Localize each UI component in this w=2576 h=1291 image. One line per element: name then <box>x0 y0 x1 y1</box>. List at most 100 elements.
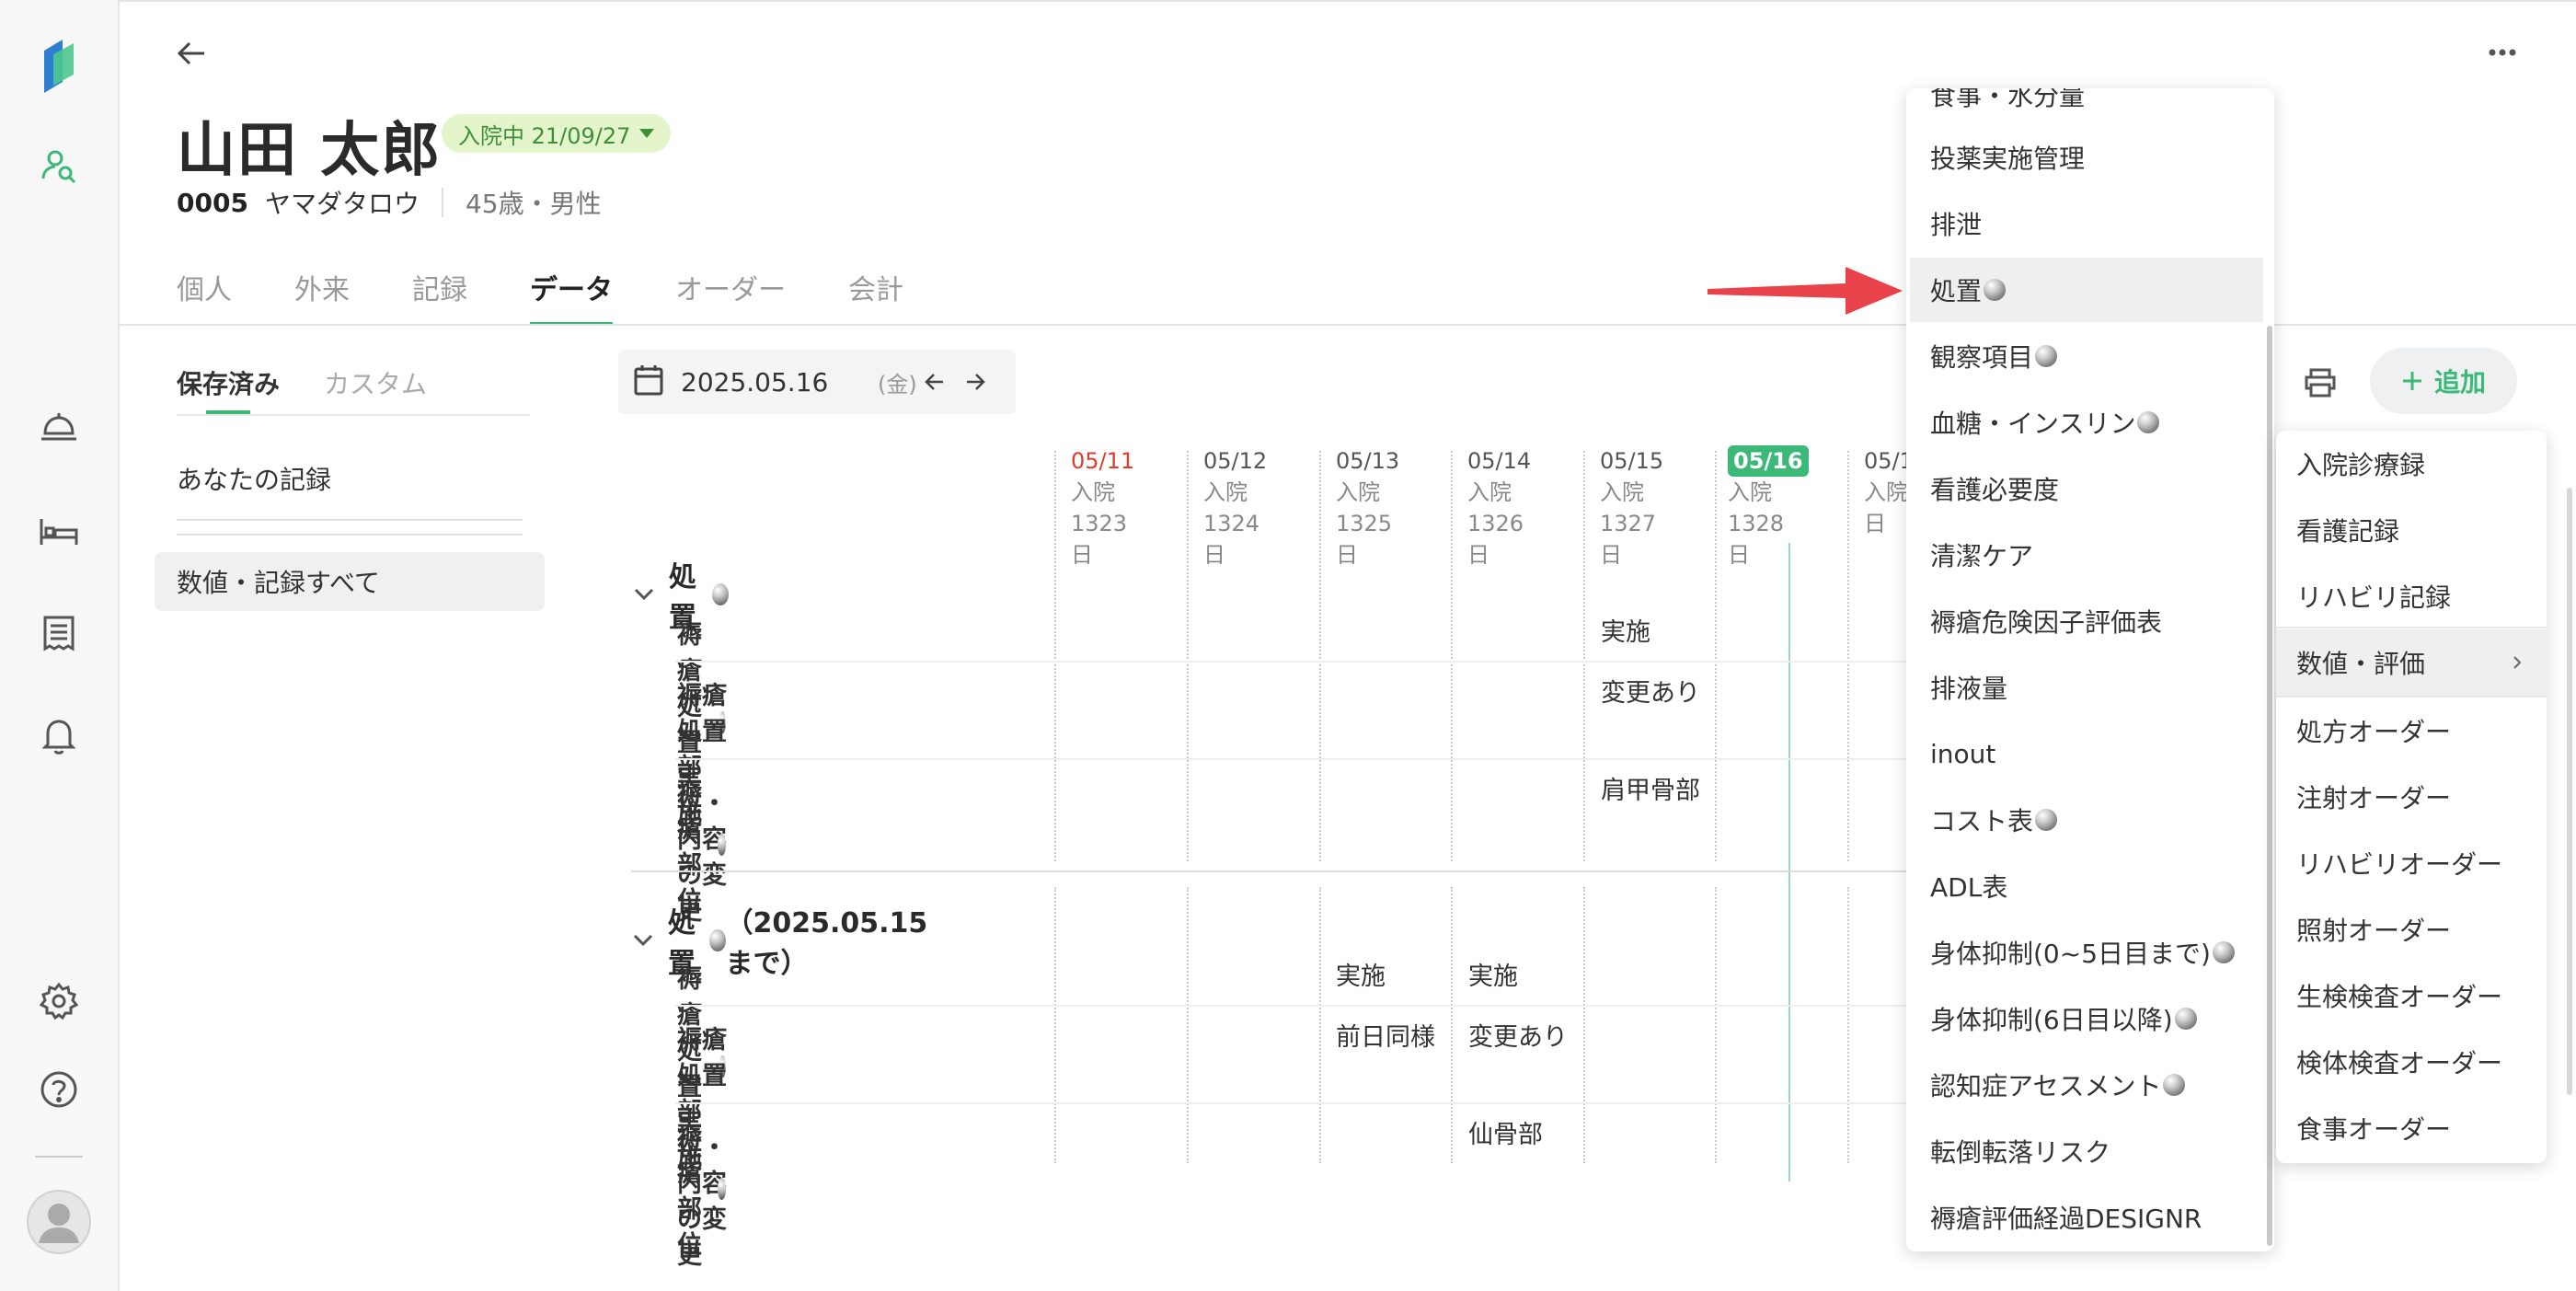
menu-item[interactable]: 身体抑制(6日目以降) <box>1906 986 2267 1051</box>
menu-item[interactable]: ADL表 <box>1906 854 2267 918</box>
info-orb-icon <box>712 583 729 605</box>
chevron-down-icon[interactable] <box>631 578 656 611</box>
menu-item[interactable]: 看護記録 <box>2276 497 2547 563</box>
print-button[interactable] <box>2294 357 2346 409</box>
menu-item[interactable]: 転倒転落リスク <box>1906 1119 2267 1183</box>
arrow-left-icon <box>925 374 943 390</box>
column-divider <box>1715 887 1717 1163</box>
menu-item[interactable]: 注射オーダー <box>2276 764 2547 830</box>
top-border <box>120 0 2576 2</box>
main-tabs: 個人 外来 記録 データ オーダー 会計 <box>177 267 966 326</box>
patient-age-sex: 45歳・男性 <box>465 189 602 219</box>
column-header: 05/11 入院1323 日 <box>1071 445 1134 571</box>
bed-icon[interactable] <box>33 506 85 558</box>
row-label-text: 褥瘡部位 <box>677 779 702 916</box>
admission-status-badge[interactable]: 入院中 21/09/27 <box>442 114 672 153</box>
menu-item[interactable]: リハビリ記録 <box>2276 563 2547 629</box>
prev-date-button[interactable] <box>914 362 955 402</box>
subtab-custom[interactable]: カスタム <box>324 364 427 414</box>
avatar[interactable] <box>26 1189 92 1255</box>
more-menu-button[interactable] <box>2480 37 2524 68</box>
tab-billing[interactable]: 会計 <box>848 267 903 326</box>
calendar-icon[interactable] <box>633 363 664 400</box>
menu-item[interactable]: 看護必要度 <box>1906 456 2267 521</box>
today-badge: 05/16 <box>1728 445 1809 477</box>
back-button[interactable] <box>171 33 212 74</box>
patient-id: 0005 <box>177 187 248 218</box>
column-header: 05/13 入院1325 日 <box>1336 445 1399 571</box>
menu-item[interactable]: 排泄 <box>1906 191 2267 256</box>
add-menu: 入院診療録 看護記録 リハビリ記録 数値・評価 処方オーダー 注射オーダー リハ… <box>2276 431 2547 1163</box>
menu-item[interactable]: リハビリオーダー <box>2276 830 2547 896</box>
add-button[interactable]: 追加 <box>2370 348 2517 414</box>
column-divider <box>1054 887 1056 1163</box>
column-divider <box>1187 887 1189 1163</box>
menu-item[interactable]: 観察項目 <box>1906 324 2267 388</box>
table-cell: 実施 <box>1336 962 1386 991</box>
tab-data[interactable]: データ <box>530 267 613 326</box>
bell-desk-icon[interactable] <box>33 401 85 453</box>
column-divider <box>1451 887 1453 1163</box>
menu-item[interactable]: 食事オーダー <box>2276 1095 2547 1161</box>
your-records-item[interactable]: あなたの記録 <box>177 460 331 497</box>
tab-orders[interactable]: オーダー <box>675 267 786 326</box>
section-header[interactable]: 処置 （2025.05.15まで） <box>631 900 931 981</box>
menu-item-highlighted[interactable]: 処置 <box>1910 258 2263 322</box>
column-divider <box>1847 451 1849 861</box>
help-icon[interactable] <box>33 1064 85 1115</box>
all-records-item[interactable]: 数値・記録すべて <box>155 552 545 611</box>
table-cell: 実施 <box>1601 618 1650 647</box>
sidebar-divider <box>35 1156 83 1158</box>
menu-item[interactable]: 投薬実施管理 <box>1906 125 2267 190</box>
chevron-down-icon[interactable] <box>631 924 655 957</box>
column-admission-day: 入院1326 <box>1467 479 1524 536</box>
menu-item[interactable]: inout <box>1906 721 2267 786</box>
menu-item[interactable]: 褥瘡評価経過DESIGNR <box>1906 1185 2267 1250</box>
column-divider <box>1583 451 1585 861</box>
patient-search-icon[interactable] <box>33 140 85 191</box>
column-header: 05/14 入院1326 日 <box>1467 445 1531 571</box>
menu-item[interactable]: 入院診療録 <box>2276 431 2547 497</box>
column-divider <box>1583 887 1585 1163</box>
column-divider <box>1451 451 1453 861</box>
tab-outpatient[interactable]: 外来 <box>294 267 350 326</box>
tab-records[interactable]: 記録 <box>412 267 467 326</box>
info-orb-icon <box>1984 279 2007 301</box>
menu-item[interactable]: 清潔ケア <box>1906 523 2267 587</box>
menu-item[interactable]: 照射オーダー <box>2276 896 2547 962</box>
more-dots-icon <box>2489 49 2516 56</box>
table-cell: 変更あり <box>1601 679 1700 708</box>
page-scrollbar[interactable] <box>2567 488 2572 1095</box>
menu-item[interactable]: 検体検査オーダー <box>2276 1029 2547 1095</box>
left-divider <box>177 519 523 521</box>
left-divider <box>177 534 523 536</box>
menu-item-label: 血糖・インスリン <box>1930 409 2136 439</box>
column-divider <box>1319 451 1321 861</box>
menu-item[interactable]: 処方オーダー <box>2276 697 2547 764</box>
menu-item[interactable]: コスト表 <box>1906 788 2267 852</box>
menu-item[interactable]: 認知症アセスメント <box>1906 1053 2267 1117</box>
subtabs-divider <box>177 414 530 416</box>
menu-item-highlighted[interactable]: 数値・評価 <box>2276 629 2547 696</box>
menu-item[interactable]: 身体抑制(0~5日目まで) <box>1906 920 2267 985</box>
patient-info: 0005 ヤマダタロウ 45歳・男性 <box>177 184 602 221</box>
menu-item[interactable]: 血糖・インスリン <box>1906 390 2267 455</box>
column-divider <box>1187 451 1189 861</box>
menu-scrollbar[interactable] <box>2267 326 2272 1246</box>
next-date-button[interactable] <box>955 362 995 402</box>
menu-item[interactable]: 褥瘡危険因子評価表 <box>1906 589 2267 653</box>
menu-item-partial[interactable]: 食事・水分量 <box>1906 88 2267 127</box>
subtab-saved[interactable]: 保存済み <box>177 364 280 414</box>
gear-icon[interactable] <box>33 975 85 1027</box>
menu-item[interactable]: 生検検査オーダー <box>2276 962 2547 1029</box>
receipt-icon[interactable] <box>33 607 85 659</box>
row-divider <box>675 661 1917 663</box>
table-cell: 変更あり <box>1468 1023 1568 1052</box>
menu-item[interactable]: 排液量 <box>1906 655 2267 720</box>
current-date[interactable]: 2025.05.16 <box>681 367 865 398</box>
date-selector: 2025.05.16 (金) <box>618 350 1016 414</box>
column-divider <box>1054 451 1056 861</box>
tab-personal[interactable]: 個人 <box>177 267 232 326</box>
notification-bell-icon[interactable] <box>33 710 85 762</box>
app-logo[interactable] <box>33 40 85 93</box>
